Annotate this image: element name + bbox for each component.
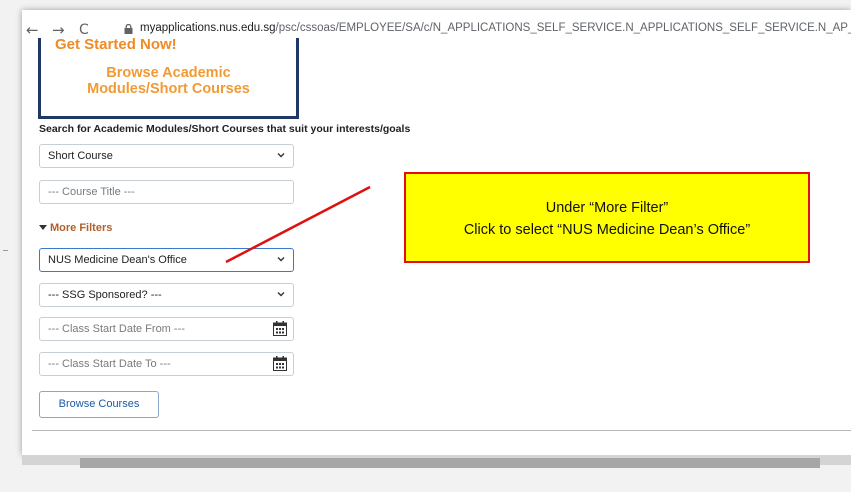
callout-line-1: Under “More Filter” xyxy=(545,200,669,216)
course-type-value: Short Course xyxy=(48,150,113,162)
chevron-down-icon xyxy=(277,292,285,297)
chevron-down-icon xyxy=(277,257,285,262)
callout-line-2: Click to select “NUS Medicine Dean’s Off… xyxy=(463,222,751,238)
url-host: myapplications.nus.edu.sg xyxy=(140,22,276,34)
calendar-icon[interactable] xyxy=(273,321,287,336)
browse-courses-button[interactable]: Browse Courses xyxy=(39,391,159,418)
department-select[interactable]: NUS Medicine Dean's Office xyxy=(39,248,294,272)
start-date-from-input[interactable]: --- Class Start Date From --- xyxy=(39,317,294,341)
ssg-sponsored-value: --- SSG Sponsored? --- xyxy=(48,289,162,301)
start-date-to-input[interactable]: --- Class Start Date To --- xyxy=(39,352,294,376)
course-title-input[interactable]: --- Course Title --- xyxy=(39,180,294,204)
url-text[interactable]: myapplications.nus.edu.sg/psc/cssoas/EMP… xyxy=(140,22,851,34)
bottom-blur-bar-dark xyxy=(80,458,820,468)
calendar-icon[interactable] xyxy=(273,356,287,371)
chevron-down-icon xyxy=(277,153,285,158)
start-date-to-placeholder: --- Class Start Date To --- xyxy=(48,358,171,370)
triangle-down-icon xyxy=(39,225,47,230)
banner-line-2: Modules/Short Courses xyxy=(87,81,250,97)
more-filters-label: More Filters xyxy=(50,222,113,234)
left-edge-mark xyxy=(3,250,8,251)
ssg-sponsored-select[interactable]: --- SSG Sponsored? --- xyxy=(39,283,294,307)
course-type-select[interactable]: Short Course xyxy=(39,144,294,168)
browse-banner[interactable]: Get Started Now! Browse Academic Modules… xyxy=(38,36,299,119)
divider xyxy=(32,430,851,431)
banner-line-1: Browse Academic xyxy=(106,65,231,81)
back-icon[interactable]: ← xyxy=(26,21,39,39)
more-filters-toggle[interactable]: More Filters xyxy=(39,222,112,234)
department-value: NUS Medicine Dean's Office xyxy=(48,254,187,266)
lock-icon xyxy=(124,24,133,34)
banner-label: Browse Academic Modules/Short Courses xyxy=(41,65,296,97)
course-title-placeholder: --- Course Title --- xyxy=(48,186,135,198)
instruction-callout: Under “More Filter” Click to select “NUS… xyxy=(404,172,810,263)
search-label: Search for Academic Modules/Short Course… xyxy=(39,123,411,135)
start-date-from-placeholder: --- Class Start Date From --- xyxy=(48,323,185,335)
url-path: /psc/cssoas/EMPLOYEE/SA/c/N_APPLICATIONS… xyxy=(275,22,851,34)
banner-partial-title: Get Started Now! xyxy=(55,36,177,53)
